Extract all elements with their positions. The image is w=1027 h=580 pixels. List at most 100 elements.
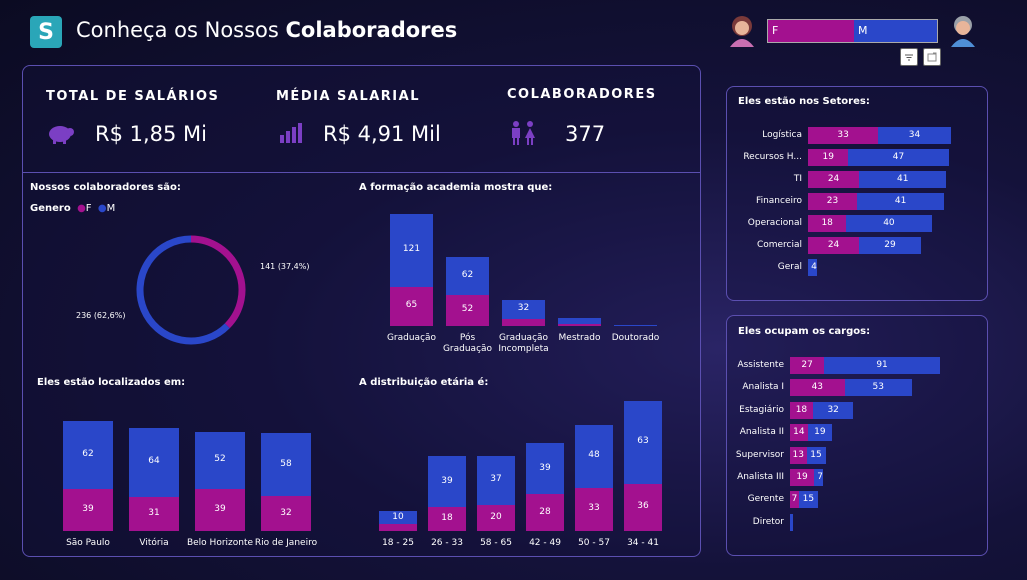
category-label: Pós Graduação <box>442 333 493 354</box>
category-label: 26 - 33 <box>431 538 463 548</box>
bar-label-f: 23 <box>826 196 839 206</box>
page-title-bold: Colaboradores <box>285 18 458 42</box>
bar-chart-icon <box>280 123 302 143</box>
bar-label-m: 62 <box>82 448 94 459</box>
bar-label-f: 31 <box>148 508 160 519</box>
bar-label-m: 48 <box>588 450 600 461</box>
legend-m: M <box>106 203 116 214</box>
bar-label-m: 41 <box>897 174 909 184</box>
cargos-title: Eles ocupam os cargos: <box>738 326 871 337</box>
bar-f[interactable] <box>379 524 417 531</box>
category-label: 34 - 41 <box>627 538 659 548</box>
category-label: 50 - 57 <box>578 538 610 548</box>
category-label: Gerente <box>747 494 784 505</box>
category-label: Analista I <box>742 382 784 393</box>
category-label: Belo Horizonte <box>186 538 254 548</box>
bar-label-m: 19 <box>814 427 826 438</box>
legend-dot-m: ● <box>94 203 107 214</box>
legend-dot-f: ● <box>73 203 86 214</box>
bar-label-m: 64 <box>148 456 160 467</box>
bar-label-f: 65 <box>405 300 418 311</box>
people-icon <box>512 121 535 145</box>
bar-label-f: 28 <box>539 506 551 517</box>
bar-label-f: 18 <box>795 404 808 415</box>
bar-label-m: 62 <box>461 270 474 281</box>
bar-label-f: 39 <box>82 503 94 514</box>
bar-m[interactable] <box>790 513 793 531</box>
bar-label-f: 27 <box>801 360 813 370</box>
donut-slice-f[interactable] <box>190 235 246 329</box>
bar-label-f: 24 <box>827 174 840 184</box>
category-label: Logística <box>762 130 802 140</box>
category-label: TI <box>793 174 802 184</box>
category-label: Diretor <box>752 516 784 527</box>
gender-donut-chart <box>136 235 246 345</box>
bar-label-f: 18 <box>441 513 453 524</box>
legend-title: Genero <box>30 203 71 214</box>
bar-label-m: 32 <box>827 404 839 415</box>
category-label: Analista II <box>739 427 784 438</box>
kpi-divider <box>23 172 700 173</box>
bar-label-m: 91 <box>876 360 888 370</box>
category-label: 42 - 49 <box>529 538 561 548</box>
bar-f[interactable] <box>614 325 657 326</box>
formacao-title: A formação academia mostra que: <box>359 182 553 193</box>
bar-label-m: 47 <box>892 152 905 162</box>
female-avatar-icon <box>730 16 754 47</box>
bar-label-m: 32 <box>517 303 530 314</box>
etaria-title: A distribuição etária é: <box>359 377 489 388</box>
etaria-chart: 10 18 - 25 18 39 26 - 33 20 37 58 - 65 28 39 42 - … <box>372 395 672 550</box>
setores-title: Eles estão nos Setores: <box>738 96 870 107</box>
category-label: Mestrado <box>558 333 601 343</box>
bar-label-m: 63 <box>637 436 649 447</box>
donut-legend: Genero ●F ●M <box>30 203 115 214</box>
bar-label-m: 52 <box>214 454 226 465</box>
gender-filter-m[interactable]: M <box>854 20 937 42</box>
bar-label-f: 52 <box>461 304 474 315</box>
category-label: Geral <box>777 262 802 272</box>
donut-title: Nossos colaboradores são: <box>30 182 181 193</box>
kpi-total-salarios-value: R$ 1,85 Mi <box>95 122 208 146</box>
bar-label-f: 32 <box>280 507 292 518</box>
bar-label-m: 4 <box>811 262 817 272</box>
bar-label-f: 20 <box>490 511 502 522</box>
bar-m[interactable] <box>614 324 657 326</box>
app-logo: S <box>30 16 62 48</box>
bar-label-f: 39 <box>214 503 226 514</box>
bar-label-f: 13 <box>792 449 804 460</box>
bar-f[interactable] <box>502 318 545 326</box>
filter-icon[interactable] <box>900 48 918 66</box>
donut-slice-m[interactable] <box>136 235 230 345</box>
formacao-chart: 65 121 Graduação 52 62 Pós Graduação 32 Graduaç… <box>380 200 670 365</box>
category-label: Operacional <box>747 218 802 228</box>
bar-f[interactable] <box>558 324 601 326</box>
bar-label-m: 121 <box>402 244 421 255</box>
bar-label-m: 15 <box>810 449 822 460</box>
category-label: Financeiro <box>756 196 802 206</box>
bar-label-m: 39 <box>441 475 453 486</box>
category-label: Analista III <box>737 472 784 482</box>
bar-label-f: 43 <box>811 382 824 393</box>
bar-label-m: 37 <box>490 474 502 485</box>
gender-filter-slicer[interactable]: F M <box>767 19 938 43</box>
donut-label-m: 236 (62,6%) <box>76 311 126 320</box>
localizacao-title: Eles estão localizados em: <box>37 377 186 388</box>
bar-label-f: 33 <box>837 130 849 140</box>
category-label: Supervisor <box>735 449 784 460</box>
kpi-media-salarial-value: R$ 4,91 Mil <box>323 122 441 146</box>
bar-label-m: 53 <box>872 382 884 393</box>
bar-label-m: 29 <box>884 240 896 250</box>
gender-filter-f[interactable]: F <box>768 20 854 42</box>
bar-label-f: 19 <box>796 472 808 482</box>
bar-label-m: 40 <box>883 218 895 228</box>
setores-chart: Logística 33 34 Recursos H... 19 47 TI 24 41 Fina… <box>730 124 980 284</box>
category-label: Graduação Incompleta <box>498 333 549 354</box>
bar-label-f: 24 <box>827 240 840 250</box>
piggy-bank-icon <box>49 126 74 144</box>
category-label: 18 - 25 <box>382 538 414 548</box>
focus-mode-icon[interactable] <box>923 48 941 66</box>
bar-label-m: 10 <box>392 511 404 522</box>
category-label: Recursos H... <box>743 152 802 162</box>
bar-m[interactable] <box>558 318 601 325</box>
bar-label-f: 36 <box>637 501 649 512</box>
